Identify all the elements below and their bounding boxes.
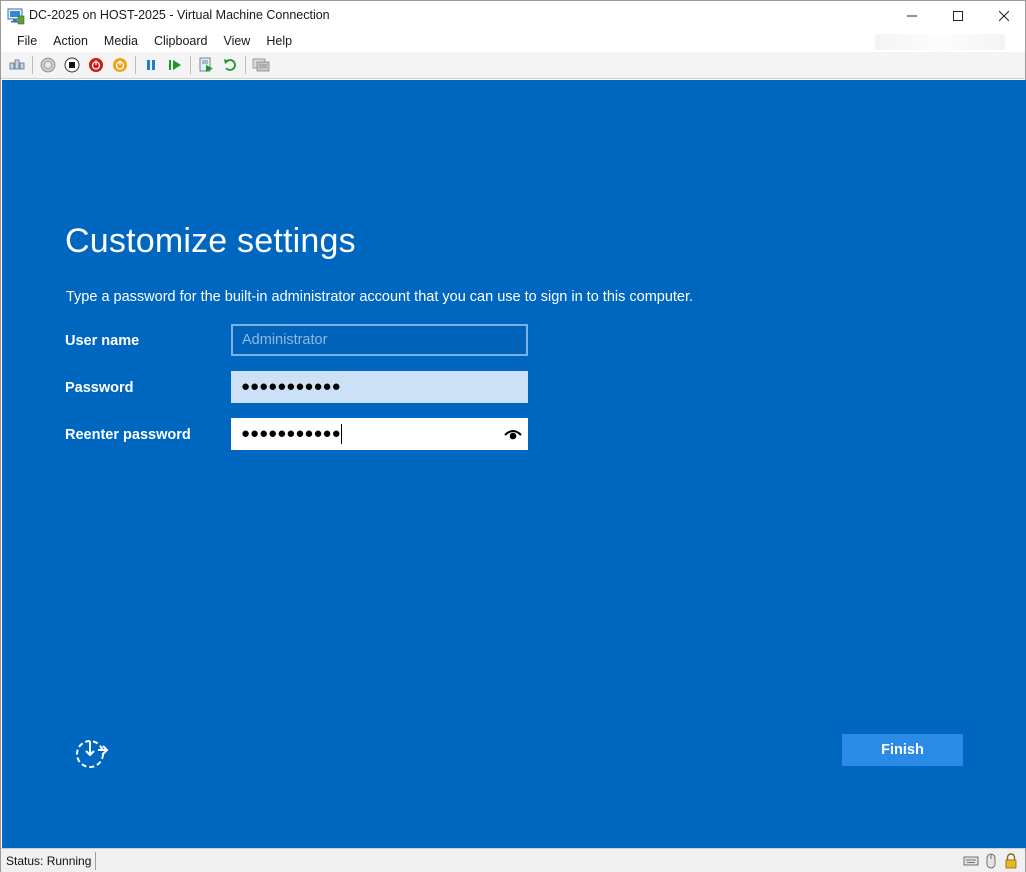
- start-button[interactable]: [38, 55, 58, 75]
- reenter-password-label: Reenter password: [65, 427, 191, 443]
- mouse-icon: [983, 852, 999, 869]
- toolbar-separator: [135, 56, 136, 74]
- toolbar: [1, 52, 1025, 79]
- keyboard-icon: [963, 852, 979, 869]
- status-bar: Status: Running: [1, 848, 1025, 872]
- menu-view[interactable]: View: [215, 31, 258, 52]
- status-text: Status: Running: [6, 854, 92, 868]
- menu-bar: File Action Media Clipboard View Help: [1, 31, 1025, 52]
- reveal-password-icon[interactable]: [504, 426, 522, 442]
- pause-icon: [147, 60, 155, 70]
- vm-connection-window: DC-2025 on HOST-2025 - Virtual Machine C…: [0, 0, 1026, 872]
- revert-icon: [224, 59, 236, 71]
- shut-down-button[interactable]: [86, 55, 106, 75]
- turn-off-icon: [64, 57, 80, 73]
- status-icons: [963, 852, 1019, 869]
- close-icon: [999, 11, 1009, 21]
- menu-help[interactable]: Help: [258, 31, 300, 52]
- reenter-password-field[interactable]: ●●●●●●●●●●●: [231, 418, 528, 450]
- menu-action[interactable]: Action: [45, 31, 96, 52]
- text-caret: [340, 424, 342, 445]
- minimize-button[interactable]: [889, 1, 935, 31]
- ctrl-alt-del-icon: [9, 59, 25, 70]
- toolbar-separator: [32, 56, 33, 74]
- resume-button[interactable]: [165, 55, 185, 75]
- start-icon: [40, 57, 56, 73]
- menu-file[interactable]: File: [9, 31, 45, 52]
- username-field[interactable]: Administrator: [231, 324, 528, 356]
- minimize-icon: [907, 15, 917, 17]
- reenter-password-value: ●●●●●●●●●●●: [241, 425, 341, 442]
- checkpoint-icon: [199, 57, 213, 72]
- window-title: DC-2025 on HOST-2025 - Virtual Machine C…: [29, 8, 330, 22]
- close-button[interactable]: [981, 1, 1026, 31]
- resume-icon: [169, 60, 181, 70]
- finish-button[interactable]: Finish: [842, 734, 963, 766]
- password-value: ●●●●●●●●●●●: [241, 378, 341, 395]
- menu-media[interactable]: Media: [96, 31, 146, 52]
- maximize-button[interactable]: [935, 1, 981, 31]
- enhanced-session-icon: [252, 58, 270, 72]
- page-description: Type a password for the built-in adminis…: [66, 289, 694, 305]
- enhanced-session-button[interactable]: [251, 55, 271, 75]
- title-bar: DC-2025 on HOST-2025 - Virtual Machine C…: [1, 1, 1025, 31]
- menu-clipboard[interactable]: Clipboard: [146, 31, 216, 52]
- save-state-button[interactable]: [110, 55, 130, 75]
- revert-button[interactable]: [220, 55, 240, 75]
- menubar-blurred-area: [875, 34, 1005, 50]
- password-field[interactable]: ●●●●●●●●●●●: [231, 371, 528, 403]
- checkpoint-button[interactable]: [196, 55, 216, 75]
- maximize-icon: [953, 11, 963, 21]
- status-separator: [95, 852, 96, 870]
- vm-screen[interactable]: Customize settings Type a password for t…: [2, 80, 1026, 848]
- password-label: Password: [65, 380, 134, 396]
- vm-connection-app-icon: [7, 8, 25, 25]
- username-value: Administrator: [242, 332, 328, 348]
- toolbar-separator: [190, 56, 191, 74]
- username-label: User name: [65, 333, 140, 349]
- pause-button[interactable]: [141, 55, 161, 75]
- save-icon: [113, 58, 127, 72]
- accessibility-icon[interactable]: [72, 733, 110, 771]
- toolbar-separator: [245, 56, 246, 74]
- ctrl-alt-del-button[interactable]: [7, 55, 27, 75]
- turn-off-button[interactable]: [62, 55, 82, 75]
- page-title: Customize settings: [65, 222, 356, 260]
- lock-icon: [1003, 852, 1019, 869]
- shut-down-icon: [89, 58, 103, 72]
